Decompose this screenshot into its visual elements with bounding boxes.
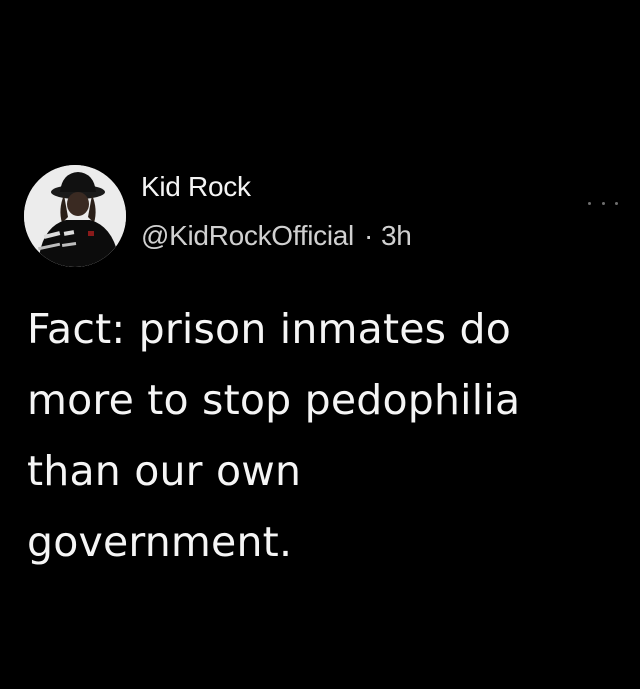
tweet-text-line: government. [27,518,293,566]
profile-avatar-image [24,165,126,267]
tweet-text-line: Fact: prison inmates do [27,305,511,353]
tweet-text-line: more to stop pedophilia [27,376,521,424]
avatar[interactable] [24,165,126,267]
more-dot [615,201,618,205]
tweet-text-line: than our own [27,447,302,495]
handle-line: @KidRockOfficial · 3h [141,220,412,252]
separator-dot: · [363,220,373,251]
timestamp[interactable]: 3h [381,220,412,251]
more-options-icon[interactable] [586,196,620,210]
tweet-text: Fact: prison inmates do more to stop ped… [27,294,627,578]
display-name[interactable]: Kid Rock [141,171,251,203]
more-dot [601,201,605,205]
user-handle[interactable]: @KidRockOfficial [141,220,354,251]
more-dot [588,201,591,205]
tweet-card: Kid Rock @KidRockOfficial · 3h Fact: priso… [0,0,640,689]
